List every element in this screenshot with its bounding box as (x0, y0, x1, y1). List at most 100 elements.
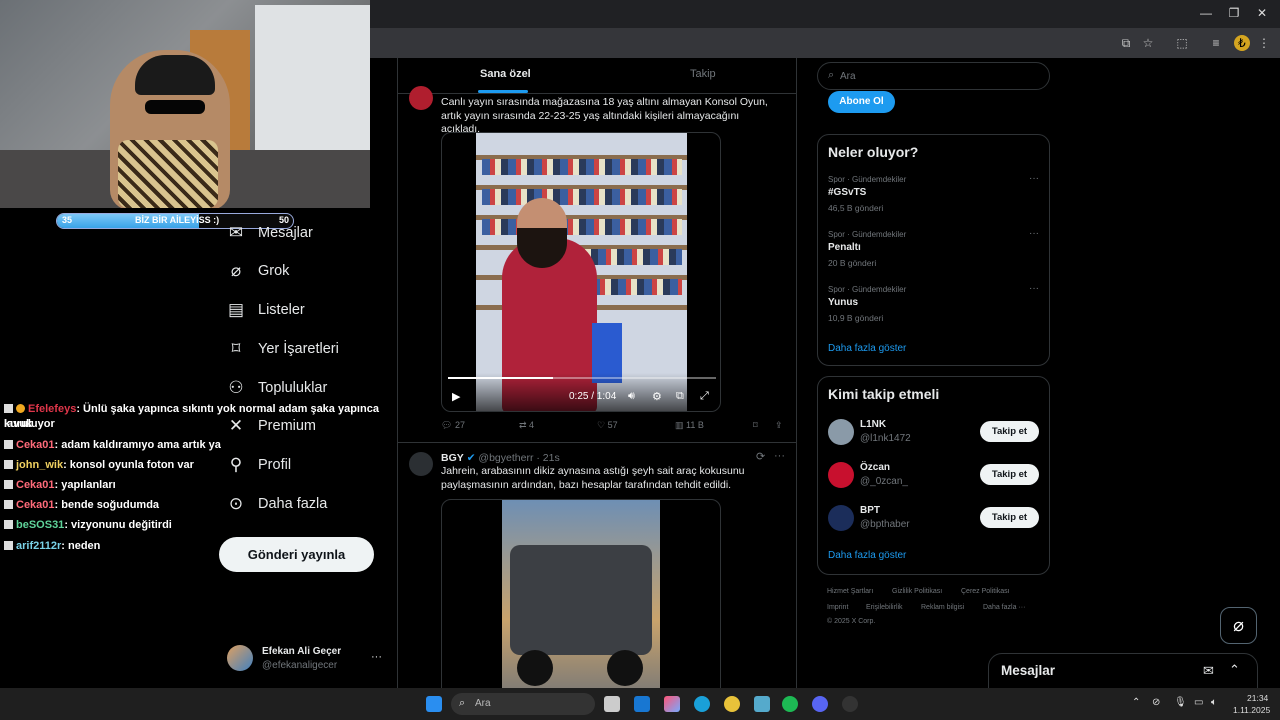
star-icon[interactable]: ☆ (1140, 35, 1156, 51)
footer-link[interactable]: Reklam bilgisi (921, 604, 964, 611)
new-message-icon[interactable]: ✉ (1203, 663, 1214, 679)
footer-link[interactable]: Gizlilik Politikası (892, 588, 942, 595)
network-app-icon[interactable] (754, 696, 770, 712)
clock-time[interactable]: 21:34 (1247, 693, 1268, 703)
minimize-icon[interactable]: — (1196, 6, 1216, 20)
restore-icon[interactable]: ❐ (1224, 6, 1244, 20)
footer-link[interactable]: Hizmet Şartları (827, 588, 873, 595)
pip-icon[interactable]: ⧉ (676, 390, 684, 403)
avatar[interactable] (227, 645, 253, 671)
chevron-up-icon[interactable]: ⌃ (1229, 662, 1240, 678)
nav-item-topluluklar[interactable]: ⚇ Topluluklar (226, 374, 327, 402)
taskbar-search[interactable]: ⌕ Ara (451, 693, 595, 715)
messages-title: Mesajlar (1001, 663, 1056, 678)
discord-icon[interactable] (812, 696, 828, 712)
copilot-icon[interactable] (664, 696, 680, 712)
speaker-icon[interactable]: 🔈︎ (1211, 697, 1217, 708)
chat-username[interactable]: Ceka01 (16, 479, 55, 491)
nav-item-yer-i̇şaretleri[interactable]: ⌑ Yer İşaretleri (226, 335, 339, 363)
chrome-icon[interactable] (724, 696, 740, 712)
grok-icon[interactable]: ⌀ (1220, 607, 1257, 644)
nav-item-listeler[interactable]: ▤ Listeler (226, 296, 305, 324)
tab-for-you[interactable]: Sana özel (480, 68, 531, 80)
car (510, 545, 652, 655)
trends-title: Neler oluyor? (828, 144, 919, 160)
install-app-icon[interactable]: ⧉ (1118, 35, 1134, 51)
spotify-icon[interactable] (782, 696, 798, 712)
nav-item-premium[interactable]: ✕ Premium (226, 412, 316, 440)
chat-username[interactable]: arif2112r (16, 540, 61, 552)
obs-icon[interactable] (842, 696, 858, 712)
tweet-video[interactable]: ▶ 0:25 / 1:04 🔊︎ ⚙ ⧉ ⤢ (441, 132, 721, 412)
windows-start-icon[interactable] (426, 696, 442, 712)
reply-icon[interactable]: 💬︎ 27 (441, 420, 465, 431)
follow-button[interactable]: Takip et (980, 464, 1039, 485)
follow-name[interactable]: Özcan (860, 462, 890, 473)
task-view-icon[interactable] (604, 696, 620, 712)
chat-username[interactable]: Ceka01 (16, 439, 55, 451)
tweet-more-icon[interactable]: ··· (774, 450, 785, 462)
avatar[interactable] (828, 462, 854, 488)
footer-link[interactable]: Çerez Politikası (961, 588, 1010, 595)
fullscreen-icon[interactable]: ⤢ (700, 390, 709, 403)
nav-item-mesajlar[interactable]: ✉ Mesajlar (226, 219, 313, 247)
account-more-icon[interactable]: ··· (371, 651, 382, 663)
avatar[interactable] (828, 419, 854, 445)
footer-link[interactable]: Erişilebilirlik (866, 604, 903, 611)
chat-username[interactable]: Efelefeys (28, 403, 76, 415)
post-button[interactable]: Gönderi yayınla (219, 537, 374, 572)
avatar[interactable] (409, 452, 433, 476)
author-handle[interactable]: @bgyetherr (478, 452, 533, 464)
goal-min: 35 (62, 215, 73, 225)
settings-gear-icon[interactable]: ⚙ (652, 390, 662, 403)
extensions-icon[interactable]: ⬚ (1174, 35, 1190, 51)
close-icon[interactable]: ✕ (1252, 6, 1272, 20)
nav-item-grok[interactable]: ⌀ Grok (226, 257, 290, 285)
who-show-more[interactable]: Daha fazla göster (828, 550, 906, 561)
like-icon[interactable]: ♡ 57 (597, 420, 618, 431)
profile-avatar-icon[interactable]: ₺ (1234, 35, 1250, 51)
trend-more-icon[interactable]: ··· (1029, 283, 1039, 294)
wifi-off-icon[interactable]: ⊘ (1152, 697, 1160, 708)
follow-button[interactable]: Takip et (980, 421, 1039, 442)
nav-item-profil[interactable]: ⚲ Profil (226, 451, 291, 479)
grok-icon[interactable]: ⟳ (756, 450, 765, 463)
follow-handle: @_0zcan_ (860, 476, 908, 487)
views-icon[interactable]: ▥ 11 B (675, 420, 704, 431)
follow-name[interactable]: L1NK (860, 419, 886, 430)
avatar[interactable] (828, 505, 854, 531)
tab-following[interactable]: Takip (690, 68, 716, 80)
repost-icon[interactable]: ⇄ 4 (519, 420, 534, 431)
follow-button[interactable]: Takip et (980, 507, 1039, 528)
display-icon[interactable]: ▭ (1194, 697, 1203, 708)
trends-show-more[interactable]: Daha fazla göster (828, 343, 906, 354)
outlook-icon[interactable] (634, 696, 650, 712)
share-icon[interactable]: ⇪ (775, 420, 783, 431)
follow-name[interactable]: BPT (860, 505, 880, 516)
avatar[interactable] (409, 86, 433, 110)
messages-drawer[interactable]: Mesajlar ✉ ⌃ (988, 653, 1258, 689)
clock-date[interactable]: 1.11.2025 (1233, 705, 1270, 715)
play-icon[interactable]: ▶ (452, 390, 460, 403)
edge-icon[interactable] (694, 696, 710, 712)
trend-more-icon[interactable]: ··· (1029, 173, 1039, 184)
menu-kebab-icon[interactable]: ⋮ (1256, 35, 1272, 51)
communities-icon: ⚇ (228, 378, 244, 397)
chevron-up-icon[interactable]: ⌃ (1132, 697, 1140, 708)
chat-username[interactable]: beSOS31 (16, 519, 64, 531)
tweet-image[interactable] (441, 499, 721, 688)
mic-icon[interactable]: 🎙︎ (1174, 697, 1187, 708)
footer-link[interactable]: Imprint (827, 604, 848, 611)
author-name[interactable]: BGY (441, 452, 464, 464)
nav-item-daha-fazla[interactable]: ⊙ Daha fazla (226, 490, 327, 518)
chat-username[interactable]: john_wik (16, 459, 63, 471)
footer-link[interactable]: Daha fazla ··· (983, 604, 1025, 611)
chat-username[interactable]: Ceka01 (16, 499, 55, 511)
subscribe-button[interactable]: Abone Ol (828, 91, 895, 113)
volume-icon[interactable]: 🔊︎ (628, 390, 635, 403)
reading-list-icon[interactable]: ≡ (1208, 35, 1224, 51)
bookmark-icon[interactable]: ⌑ (753, 420, 758, 431)
search-input[interactable]: ⌕ Ara (817, 62, 1050, 90)
trend-item[interactable]: Spor · Gündemdekiler Yunus 10,9 B gönderi ·… (818, 135, 1049, 323)
trend-more-icon[interactable]: ··· (1029, 228, 1039, 239)
